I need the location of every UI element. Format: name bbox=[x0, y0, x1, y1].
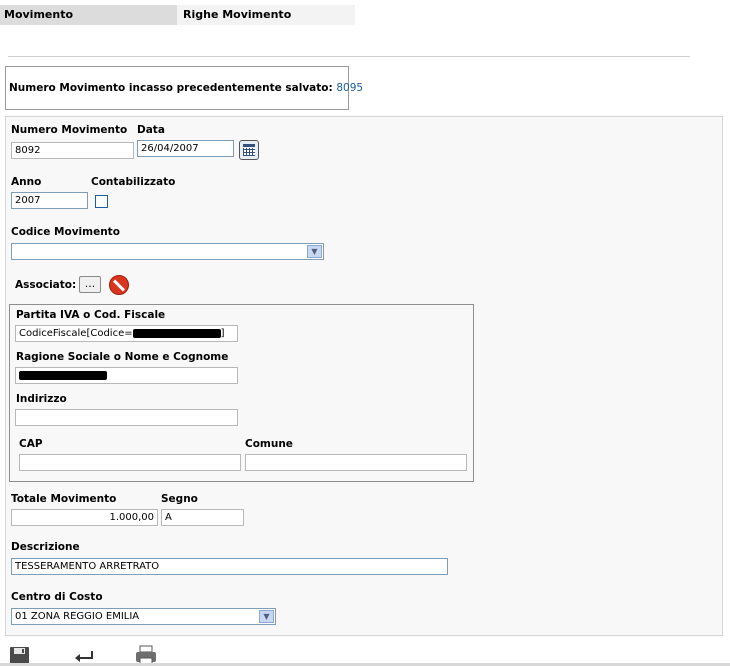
calendar-button[interactable] bbox=[239, 140, 259, 160]
partita-iva-suffix: ] bbox=[220, 328, 225, 339]
anno-label: Anno bbox=[11, 176, 42, 188]
redacted-text bbox=[132, 328, 221, 338]
associato-lookup-button[interactable]: ... bbox=[79, 276, 101, 293]
ragione-sociale-label: Ragione Sociale o Nome e Cognome bbox=[16, 351, 229, 363]
redacted-text bbox=[19, 370, 107, 380]
saved-movement-number: 8095 bbox=[336, 82, 364, 94]
saved-movement-text: Numero Movimento incasso precedentemente… bbox=[9, 82, 333, 94]
anno-input[interactable]: 2007 bbox=[11, 192, 88, 209]
comune-input[interactable] bbox=[245, 454, 467, 471]
indirizzo-input[interactable] bbox=[15, 409, 238, 426]
centro-di-costo-value: 01 ZONA REGGIO EMILIA bbox=[15, 611, 140, 622]
indirizzo-label: Indirizzo bbox=[16, 393, 67, 405]
cap-label: CAP bbox=[19, 438, 43, 450]
data-label: Data bbox=[137, 124, 165, 136]
numero-movimento-input[interactable]: 8092 bbox=[11, 142, 134, 159]
data-input[interactable]: 26/04/2007 bbox=[137, 140, 234, 157]
contabilizzato-checkbox[interactable] bbox=[95, 195, 108, 208]
numero-movimento-label: Numero Movimento bbox=[11, 124, 128, 136]
tab-movimento[interactable]: Movimento bbox=[0, 5, 177, 25]
totale-movimento-label: Totale Movimento bbox=[11, 493, 117, 505]
partita-iva-input[interactable]: CodiceFiscale[Codice=] bbox=[15, 325, 238, 342]
chevron-down-icon[interactable]: ▼ bbox=[307, 245, 322, 258]
divider bbox=[8, 56, 690, 57]
saved-movement-message: Numero Movimento incasso precedentemente… bbox=[5, 66, 363, 110]
cap-input[interactable] bbox=[19, 454, 241, 471]
descrizione-input[interactable]: TESSERAMENTO ARRETRATO bbox=[11, 558, 448, 575]
codice-movimento-select[interactable]: ▼ bbox=[11, 243, 324, 260]
totale-movimento-input[interactable]: 1.000,00 bbox=[11, 509, 158, 526]
associato-label: Associato: bbox=[15, 279, 77, 291]
codice-movimento-label: Codice Movimento bbox=[11, 226, 120, 238]
partita-iva-prefix: CodiceFiscale[Codice= bbox=[19, 328, 133, 339]
contabilizzato-label: Contabilizzato bbox=[91, 176, 176, 188]
clear-associato-icon[interactable] bbox=[109, 275, 129, 295]
centro-di-costo-select[interactable]: 01 ZONA REGGIO EMILIA ▼ bbox=[11, 608, 276, 625]
segno-label: Segno bbox=[161, 493, 198, 505]
segno-input[interactable]: A bbox=[161, 509, 244, 526]
comune-label: Comune bbox=[245, 438, 293, 450]
tab-righe-movimento[interactable]: Righe Movimento bbox=[177, 5, 355, 25]
calendar-icon bbox=[240, 141, 258, 159]
chevron-down-icon[interactable]: ▼ bbox=[259, 610, 274, 623]
ragione-sociale-input[interactable] bbox=[15, 367, 238, 384]
save-icon[interactable] bbox=[8, 645, 32, 665]
partita-iva-label: Partita IVA o Cod. Fiscale bbox=[16, 309, 166, 321]
centro-di-costo-label: Centro di Costo bbox=[11, 591, 103, 603]
descrizione-label: Descrizione bbox=[11, 541, 80, 553]
